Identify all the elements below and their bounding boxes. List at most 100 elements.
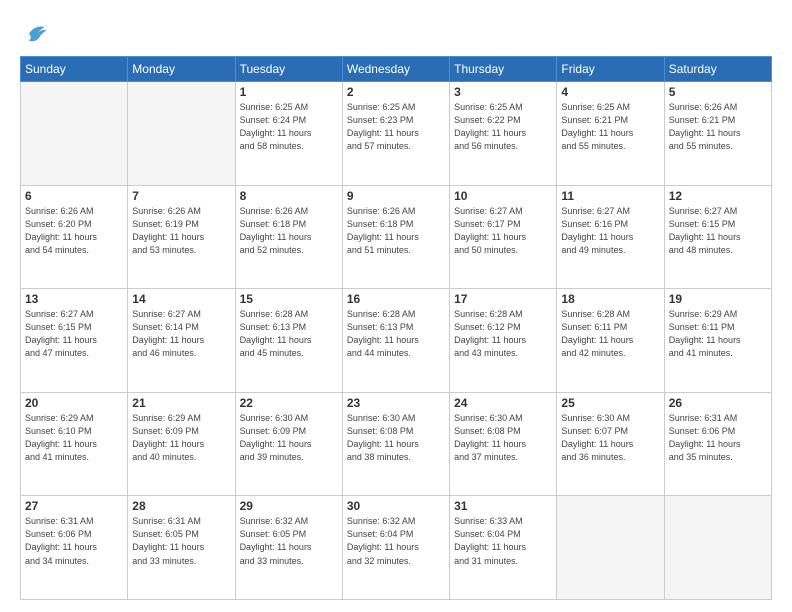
calendar-cell: 18 Sunrise: 6:28 AM Sunset: 6:11 PM Dayli… xyxy=(557,289,664,393)
weekday-header-sunday: Sunday xyxy=(21,57,128,82)
weekday-header-thursday: Thursday xyxy=(450,57,557,82)
day-number: 17 xyxy=(454,292,552,306)
calendar-cell: 27 Sunrise: 6:31 AM Sunset: 6:06 PM Dayli… xyxy=(21,496,128,600)
calendar-cell: 4 Sunrise: 6:25 AM Sunset: 6:21 PM Daylig… xyxy=(557,82,664,186)
weekday-header-wednesday: Wednesday xyxy=(342,57,449,82)
day-number: 28 xyxy=(132,499,230,513)
day-number: 18 xyxy=(561,292,659,306)
calendar-cell: 12Sunrise: 6:27 AM Sunset: 6:15 PM Dayli… xyxy=(664,185,771,289)
day-info: Sunrise: 6:26 AM Sunset: 6:20 PM Dayligh… xyxy=(25,205,123,257)
day-info: Sunrise: 6:26 AM Sunset: 6:18 PM Dayligh… xyxy=(240,205,338,257)
calendar-cell xyxy=(21,82,128,186)
day-number: 30 xyxy=(347,499,445,513)
day-number: 21 xyxy=(132,396,230,410)
day-number: 9 xyxy=(347,189,445,203)
calendar-cell: 8 Sunrise: 6:26 AM Sunset: 6:18 PM Daylig… xyxy=(235,185,342,289)
calendar-cell xyxy=(557,496,664,600)
day-info: Sunrise: 6:30 AM Sunset: 6:07 PM Dayligh… xyxy=(561,412,659,464)
day-number: 29 xyxy=(240,499,338,513)
calendar-cell: 7 Sunrise: 6:26 AM Sunset: 6:19 PM Daylig… xyxy=(128,185,235,289)
day-info: Sunrise: 6:28 AM Sunset: 6:12 PM Dayligh… xyxy=(454,308,552,360)
calendar-cell: 6 Sunrise: 6:26 AM Sunset: 6:20 PM Daylig… xyxy=(21,185,128,289)
day-number: 25 xyxy=(561,396,659,410)
day-info: Sunrise: 6:25 AM Sunset: 6:22 PM Dayligh… xyxy=(454,101,552,153)
day-info: Sunrise: 6:26 AM Sunset: 6:18 PM Dayligh… xyxy=(347,205,445,257)
day-info: Sunrise: 6:32 AM Sunset: 6:05 PM Dayligh… xyxy=(240,515,338,567)
weekday-header-monday: Monday xyxy=(128,57,235,82)
day-info: Sunrise: 6:28 AM Sunset: 6:13 PM Dayligh… xyxy=(347,308,445,360)
day-info: Sunrise: 6:28 AM Sunset: 6:13 PM Dayligh… xyxy=(240,308,338,360)
day-info: Sunrise: 6:31 AM Sunset: 6:05 PM Dayligh… xyxy=(132,515,230,567)
week-row-3: 13 Sunrise: 6:27 AM Sunset: 6:15 PM Dayli… xyxy=(21,289,772,393)
day-number: 2 xyxy=(347,85,445,99)
day-number: 8 xyxy=(240,189,338,203)
calendar-cell: 24Sunrise: 6:30 AM Sunset: 6:08 PM Dayli… xyxy=(450,392,557,496)
day-number: 13 xyxy=(25,292,123,306)
calendar-cell: 10 Sunrise: 6:27 AM Sunset: 6:17 PM Dayli… xyxy=(450,185,557,289)
calendar-cell: 30 Sunrise: 6:32 AM Sunset: 6:04 PM Dayli… xyxy=(342,496,449,600)
calendar-cell: 3Sunrise: 6:25 AM Sunset: 6:22 PM Daylig… xyxy=(450,82,557,186)
day-info: Sunrise: 6:25 AM Sunset: 6:21 PM Dayligh… xyxy=(561,101,659,153)
day-info: Sunrise: 6:29 AM Sunset: 6:10 PM Dayligh… xyxy=(25,412,123,464)
calendar-cell: 16 Sunrise: 6:28 AM Sunset: 6:13 PM Dayli… xyxy=(342,289,449,393)
day-info: Sunrise: 6:25 AM Sunset: 6:23 PM Dayligh… xyxy=(347,101,445,153)
calendar-cell: 29 Sunrise: 6:32 AM Sunset: 6:05 PM Dayli… xyxy=(235,496,342,600)
week-row-5: 27 Sunrise: 6:31 AM Sunset: 6:06 PM Dayli… xyxy=(21,496,772,600)
day-number: 22 xyxy=(240,396,338,410)
calendar-cell: 15Sunrise: 6:28 AM Sunset: 6:13 PM Dayli… xyxy=(235,289,342,393)
week-row-4: 20 Sunrise: 6:29 AM Sunset: 6:10 PM Dayli… xyxy=(21,392,772,496)
calendar-cell: 9 Sunrise: 6:26 AM Sunset: 6:18 PM Daylig… xyxy=(342,185,449,289)
calendar-cell: 14 Sunrise: 6:27 AM Sunset: 6:14 PM Dayli… xyxy=(128,289,235,393)
day-info: Sunrise: 6:26 AM Sunset: 6:19 PM Dayligh… xyxy=(132,205,230,257)
day-info: Sunrise: 6:27 AM Sunset: 6:17 PM Dayligh… xyxy=(454,205,552,257)
weekday-header-saturday: Saturday xyxy=(664,57,771,82)
day-info: Sunrise: 6:31 AM Sunset: 6:06 PM Dayligh… xyxy=(669,412,767,464)
logo xyxy=(20,18,50,46)
logo-bird-icon xyxy=(22,18,50,46)
day-info: Sunrise: 6:25 AM Sunset: 6:24 PM Dayligh… xyxy=(240,101,338,153)
weekday-header-tuesday: Tuesday xyxy=(235,57,342,82)
calendar-cell xyxy=(128,82,235,186)
day-info: Sunrise: 6:30 AM Sunset: 6:08 PM Dayligh… xyxy=(347,412,445,464)
day-number: 4 xyxy=(561,85,659,99)
day-number: 23 xyxy=(347,396,445,410)
calendar-cell: 28 Sunrise: 6:31 AM Sunset: 6:05 PM Dayli… xyxy=(128,496,235,600)
day-info: Sunrise: 6:29 AM Sunset: 6:09 PM Dayligh… xyxy=(132,412,230,464)
day-number: 31 xyxy=(454,499,552,513)
calendar-cell: 17 Sunrise: 6:28 AM Sunset: 6:12 PM Dayli… xyxy=(450,289,557,393)
week-row-2: 6 Sunrise: 6:26 AM Sunset: 6:20 PM Daylig… xyxy=(21,185,772,289)
calendar-cell xyxy=(664,496,771,600)
day-number: 7 xyxy=(132,189,230,203)
header xyxy=(20,18,772,46)
calendar-cell: 2 Sunrise: 6:25 AM Sunset: 6:23 PM Daylig… xyxy=(342,82,449,186)
day-number: 14 xyxy=(132,292,230,306)
calendar-table: SundayMondayTuesdayWednesdayThursdayFrid… xyxy=(20,56,772,600)
day-number: 27 xyxy=(25,499,123,513)
day-info: Sunrise: 6:32 AM Sunset: 6:04 PM Dayligh… xyxy=(347,515,445,567)
day-number: 5 xyxy=(669,85,767,99)
calendar-cell: 20 Sunrise: 6:29 AM Sunset: 6:10 PM Dayli… xyxy=(21,392,128,496)
day-info: Sunrise: 6:30 AM Sunset: 6:09 PM Dayligh… xyxy=(240,412,338,464)
calendar-cell: 13 Sunrise: 6:27 AM Sunset: 6:15 PM Dayli… xyxy=(21,289,128,393)
calendar-cell: 26 Sunrise: 6:31 AM Sunset: 6:06 PM Dayli… xyxy=(664,392,771,496)
day-number: 6 xyxy=(25,189,123,203)
day-number: 1 xyxy=(240,85,338,99)
day-info: Sunrise: 6:27 AM Sunset: 6:16 PM Dayligh… xyxy=(561,205,659,257)
day-number: 20 xyxy=(25,396,123,410)
calendar-cell: 19 Sunrise: 6:29 AM Sunset: 6:11 PM Dayli… xyxy=(664,289,771,393)
day-number: 10 xyxy=(454,189,552,203)
day-info: Sunrise: 6:28 AM Sunset: 6:11 PM Dayligh… xyxy=(561,308,659,360)
day-number: 19 xyxy=(669,292,767,306)
day-number: 16 xyxy=(347,292,445,306)
calendar-cell: 23 Sunrise: 6:30 AM Sunset: 6:08 PM Dayli… xyxy=(342,392,449,496)
day-info: Sunrise: 6:27 AM Sunset: 6:14 PM Dayligh… xyxy=(132,308,230,360)
weekday-header-friday: Friday xyxy=(557,57,664,82)
day-info: Sunrise: 6:27 AM Sunset: 6:15 PM Dayligh… xyxy=(25,308,123,360)
calendar-cell: 31Sunrise: 6:33 AM Sunset: 6:04 PM Dayli… xyxy=(450,496,557,600)
day-info: Sunrise: 6:31 AM Sunset: 6:06 PM Dayligh… xyxy=(25,515,123,567)
calendar-cell: 21 Sunrise: 6:29 AM Sunset: 6:09 PM Dayli… xyxy=(128,392,235,496)
day-number: 26 xyxy=(669,396,767,410)
weekday-header-row: SundayMondayTuesdayWednesdayThursdayFrid… xyxy=(21,57,772,82)
day-number: 12 xyxy=(669,189,767,203)
day-info: Sunrise: 6:29 AM Sunset: 6:11 PM Dayligh… xyxy=(669,308,767,360)
